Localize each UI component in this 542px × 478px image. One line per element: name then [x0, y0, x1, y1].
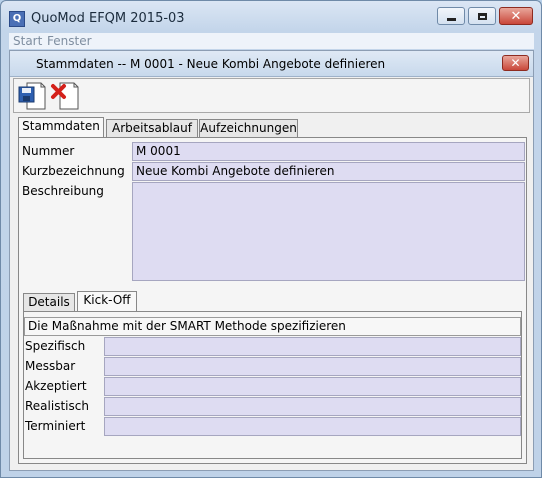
- menu-start[interactable]: Start: [13, 34, 42, 48]
- inner-window: Stammdaten -- M 0001 - Neue Kombi Angebo…: [9, 50, 534, 471]
- smart-header: Die Maßnahme mit der SMART Methode spezi…: [24, 317, 521, 336]
- realistisch-label: Realistisch: [25, 399, 89, 413]
- toolbar: [13, 78, 530, 113]
- inner-title-bar[interactable]: Stammdaten -- M 0001 - Neue Kombi Angebo…: [10, 51, 533, 77]
- spezifisch-field[interactable]: [104, 337, 521, 356]
- tab-kick-off[interactable]: Kick-Off: [77, 291, 137, 312]
- minimize-icon: [446, 17, 456, 21]
- close-icon: ✕: [510, 8, 522, 24]
- beschreibung-textarea[interactable]: [132, 182, 525, 281]
- minimize-button[interactable]: [437, 7, 465, 25]
- spezifisch-label: Spezifisch: [25, 339, 86, 353]
- kick-off-panel: Die Maßnahme mit der SMART Methode spezi…: [23, 311, 522, 459]
- main-tabs: Stammdaten Arbeitsablauf Aufzeichnungen: [18, 117, 527, 138]
- window-title: QuoMod EFQM 2015-03: [31, 11, 185, 26]
- tab-aufzeichnungen[interactable]: Aufzeichnungen: [199, 119, 298, 137]
- kurzbezeichnung-field[interactable]: Neue Kombi Angebote definieren: [132, 162, 525, 181]
- app-icon: Q: [9, 11, 25, 27]
- inner-close-button[interactable]: ✕: [502, 55, 529, 71]
- stammdaten-panel: Nummer M 0001 Kurzbezeichnung Neue Kombi…: [18, 137, 527, 464]
- akzeptiert-label: Akzeptiert: [25, 379, 87, 393]
- nummer-field[interactable]: M 0001: [132, 142, 525, 161]
- maximize-button[interactable]: [468, 7, 496, 25]
- close-icon: ✕: [510, 56, 521, 70]
- terminiert-label: Terminiert: [25, 419, 86, 433]
- main-window: Q QuoMod EFQM 2015-03 ✕ Start Fenster St…: [0, 0, 542, 478]
- tab-details[interactable]: Details: [23, 293, 75, 311]
- title-bar[interactable]: Q QuoMod EFQM 2015-03 ✕: [1, 1, 541, 33]
- kurzbezeichnung-label: Kurzbezeichnung: [22, 164, 125, 178]
- akzeptiert-field[interactable]: [104, 377, 521, 396]
- beschreibung-label: Beschreibung: [22, 184, 104, 198]
- tab-stammdaten[interactable]: Stammdaten: [18, 117, 104, 138]
- realistisch-field[interactable]: [104, 397, 521, 416]
- terminiert-field[interactable]: [104, 417, 521, 436]
- delete-button[interactable]: [50, 81, 80, 111]
- maximize-icon: [477, 12, 487, 20]
- inner-window-title: Stammdaten -- M 0001 - Neue Kombi Angebo…: [36, 57, 386, 71]
- messbar-field[interactable]: [104, 357, 521, 376]
- menu-bar: Start Fenster: [9, 33, 534, 49]
- delete-icon: [51, 82, 79, 110]
- tab-arbeitsablauf[interactable]: Arbeitsablauf: [106, 119, 198, 137]
- nummer-label: Nummer: [22, 144, 75, 158]
- save-button[interactable]: [17, 81, 47, 111]
- sub-tabs: Details Kick-Off: [23, 291, 518, 312]
- close-button[interactable]: ✕: [499, 7, 533, 25]
- messbar-label: Messbar: [25, 359, 76, 373]
- menu-fenster[interactable]: Fenster: [47, 34, 92, 48]
- save-icon: [18, 82, 46, 110]
